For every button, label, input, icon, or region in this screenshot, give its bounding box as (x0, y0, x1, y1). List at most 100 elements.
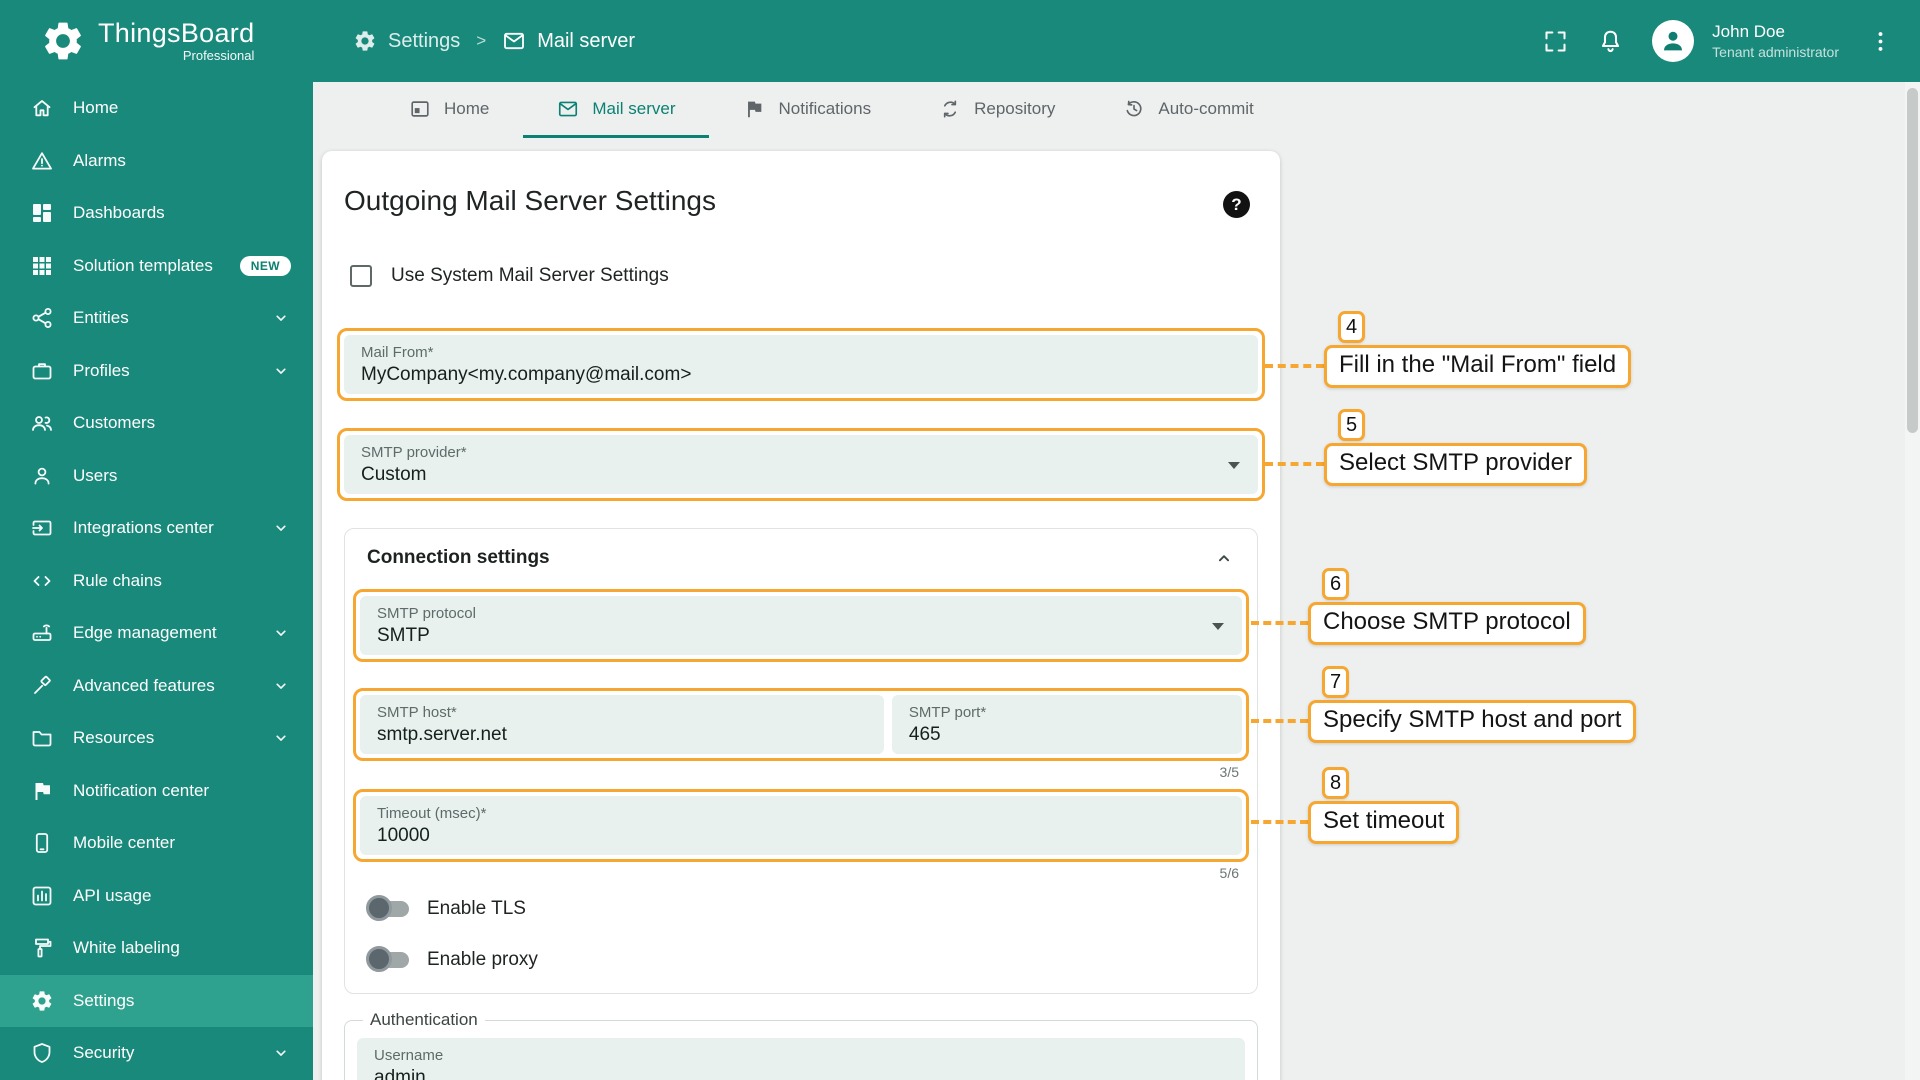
sidebar-item-mobile-center[interactable]: Mobile center (0, 817, 313, 870)
connection-settings-header[interactable]: Connection settings (361, 529, 1241, 587)
annotation-connector-8 (1251, 820, 1308, 824)
sidebar-item-security[interactable]: Security (0, 1027, 313, 1080)
sidebar-item-home[interactable]: Home (0, 82, 313, 135)
field-label: SMTP protocol (377, 605, 476, 622)
sidebar-item-label: Resources (73, 728, 155, 748)
brand-edition: Professional (182, 48, 255, 64)
mail-icon (557, 98, 579, 120)
field-value: 10000 (377, 825, 430, 846)
toggle-knob (366, 895, 392, 921)
tab-repository[interactable]: Repository (905, 82, 1089, 138)
mail-icon (502, 29, 526, 53)
sidebar-item-label: Edge management (73, 623, 217, 643)
smtp-port-field[interactable]: SMTP port* 465 (891, 695, 1242, 754)
dropdown-caret-icon (1228, 461, 1240, 469)
sidebar-item-edge-management[interactable]: Edge management (0, 607, 313, 660)
sidebar-item-settings[interactable]: Settings (0, 974, 313, 1027)
code-icon (30, 569, 54, 593)
sidebar-item-label: Advanced features (73, 675, 215, 695)
username-field[interactable]: Username admin (357, 1038, 1245, 1080)
sidebar-item-dashboards[interactable]: Dashboards (0, 187, 313, 240)
header-actions: John Doe Tenant administrator (1542, 20, 1920, 62)
sidebar-item-alarms[interactable]: Alarms (0, 135, 313, 188)
sidebar-item-label: Users (73, 465, 118, 485)
smtp-host-field[interactable]: SMTP host* smtp.server.net (360, 695, 884, 754)
annotation-number: 4 (1338, 311, 1365, 343)
panel-title: Connection settings (367, 547, 550, 568)
chevron-up-icon[interactable] (1213, 547, 1235, 569)
breadcrumb-settings[interactable]: Settings (353, 29, 460, 53)
sidebar-item-customers[interactable]: Customers (0, 397, 313, 450)
breadcrumb: Settings > Mail server (353, 29, 635, 53)
avatar[interactable] (1652, 20, 1695, 62)
sidebar-item-users[interactable]: Users (0, 450, 313, 503)
folder-icon (30, 726, 54, 750)
enable-tls-row[interactable]: Enable TLS (366, 894, 1241, 924)
new-badge: NEW (239, 255, 291, 276)
sidebar-item-label: Rule chains (73, 570, 162, 590)
history-icon (1123, 98, 1145, 120)
sidebar-item-label: Customers (73, 413, 156, 433)
annotation-number: 6 (1322, 568, 1349, 600)
breadcrumb-separator: > (476, 31, 487, 50)
sidebar-item-label: Profiles (73, 360, 130, 380)
more-menu-icon[interactable] (1867, 28, 1894, 55)
tab-mail-server[interactable]: Mail server (523, 82, 710, 138)
authentication-section: Authentication Username admin (344, 1010, 1258, 1080)
sidebar: Home Alarms Dashboards Solution template… (0, 82, 313, 1080)
tab-label: Notifications (778, 98, 872, 118)
field-value: smtp.server.net (377, 724, 507, 745)
sidebar-item-integrations-center[interactable]: Integrations center (0, 502, 313, 555)
breadcrumb-page-label: Mail server (537, 29, 635, 52)
sidebar-item-profiles[interactable]: Profiles (0, 345, 313, 398)
use-system-settings-checkbox[interactable] (350, 265, 372, 287)
enable-proxy-row[interactable]: Enable proxy (366, 945, 1241, 975)
field-value: admin (374, 1067, 426, 1080)
proxy-toggle[interactable] (366, 946, 409, 972)
annotation-text: Fill in the "Mail From" field (1324, 345, 1632, 388)
person-icon (30, 464, 54, 488)
smtp-protocol-select[interactable]: SMTP protocol SMTP (360, 596, 1242, 655)
main-content: Home Mail server Notifications Repositor… (313, 82, 1905, 1080)
timeout-field[interactable]: Timeout (msec)* 10000 (360, 796, 1242, 855)
home-tab-icon (409, 98, 431, 120)
tab-notifications[interactable]: Notifications (709, 82, 905, 138)
chevron-down-icon (271, 361, 291, 381)
sidebar-item-advanced-features[interactable]: Advanced features (0, 660, 313, 713)
breadcrumb-mail-server[interactable]: Mail server (502, 29, 635, 53)
fullscreen-icon[interactable] (1542, 28, 1569, 55)
field-label: SMTP provider* (361, 444, 467, 461)
tls-toggle[interactable] (366, 895, 409, 921)
sidebar-item-rule-chains[interactable]: Rule chains (0, 555, 313, 608)
sidebar-item-notification-center[interactable]: Notification center (0, 765, 313, 818)
grid-icon (30, 254, 54, 278)
tab-label: Home (444, 98, 490, 118)
sidebar-item-label: Home (73, 98, 119, 118)
mail-from-field[interactable]: Mail From* MyCompany<my.company@mail.com… (344, 335, 1258, 394)
sidebar-item-solution-templates[interactable]: Solution templates NEW (0, 240, 313, 293)
field-value: SMTP (377, 625, 430, 646)
use-system-settings-row[interactable]: Use System Mail Server Settings (344, 265, 1258, 287)
help-button[interactable]: ? (1223, 191, 1250, 218)
brand-logo[interactable]: ThingsBoard Professional (0, 18, 313, 64)
sidebar-item-label: Notification center (73, 780, 210, 800)
tab-home[interactable]: Home (375, 82, 523, 138)
annotation-connector-6 (1251, 621, 1308, 625)
scrollbar-thumb[interactable] (1907, 88, 1918, 433)
mail-settings-card: Outgoing Mail Server Settings ? Use Syst… (322, 151, 1280, 1080)
sidebar-item-white-labeling[interactable]: White labeling (0, 922, 313, 975)
sidebar-item-resources[interactable]: Resources (0, 712, 313, 765)
sidebar-item-entities[interactable]: Entities (0, 292, 313, 345)
annotation-text: Choose SMTP protocol (1308, 602, 1586, 645)
person-icon (1658, 26, 1688, 56)
sidebar-item-api-usage[interactable]: API usage (0, 870, 313, 923)
annotation-5: 5 Select SMTP provider (1324, 409, 1587, 486)
sidebar-item-label: API usage (73, 885, 152, 905)
notifications-bell-icon[interactable] (1597, 28, 1624, 55)
people-icon (30, 411, 54, 435)
flag-icon (743, 98, 765, 120)
chevron-down-icon (271, 623, 291, 643)
tab-auto-commit[interactable]: Auto-commit (1089, 82, 1287, 138)
smtp-provider-select[interactable]: SMTP provider* Custom (344, 435, 1258, 494)
user-info[interactable]: John Doe Tenant administrator (1712, 21, 1839, 61)
